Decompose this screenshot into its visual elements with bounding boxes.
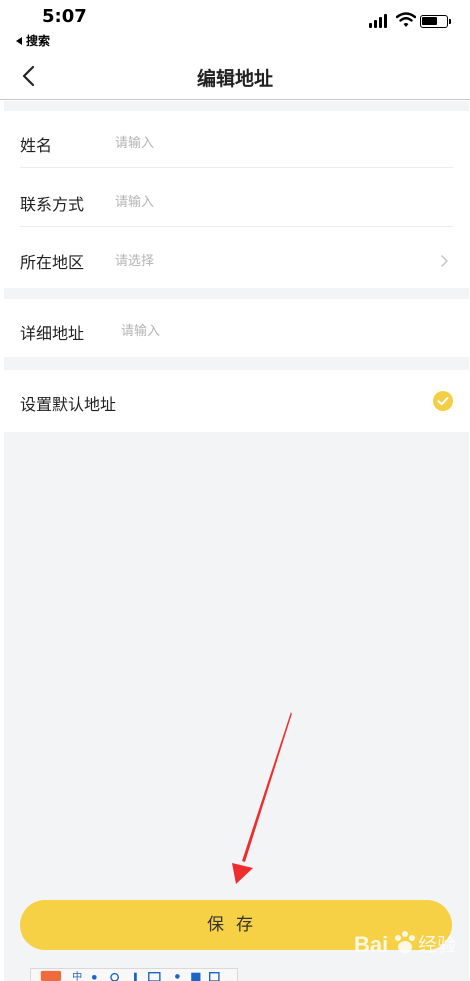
battery-icon <box>420 15 448 28</box>
status-time: 5:07 <box>42 6 87 27</box>
battery-tip <box>449 19 451 24</box>
chevron-right-icon[interactable] <box>440 254 449 268</box>
form-group-detail: 详细地址 请输入 <box>4 299 469 357</box>
wifi-icon <box>396 12 416 27</box>
page-title: 编辑地址 <box>196 68 273 90</box>
status-bar: 5:07 搜索 <box>0 0 470 52</box>
default-address-label: 设置默认地址 <box>20 395 117 414</box>
divider <box>20 167 453 168</box>
back-to-app-link[interactable]: 搜索 <box>16 32 50 49</box>
default-address-row[interactable]: 设置默认地址 <box>4 370 469 432</box>
svg-text:Bai: Bai <box>354 932 388 957</box>
save-button-label: 保存 <box>207 915 265 935</box>
name-label: 姓名 <box>20 136 53 155</box>
back-to-app-label: 搜索 <box>26 34 51 48</box>
check-circle-icon[interactable] <box>433 391 453 411</box>
contact-input[interactable]: 请输入 <box>115 191 154 210</box>
svg-text:中: 中 <box>72 970 82 981</box>
contact-label: 联系方式 <box>20 195 85 214</box>
navigation-bar: 编辑地址 <box>0 52 470 100</box>
cellular-signal-icon <box>369 14 391 28</box>
svg-text:经验: 经验 <box>418 934 456 956</box>
form-group-basic: 姓名 请输入 联系方式 请输入 所在地区 请选择 <box>4 111 469 288</box>
region-label: 所在地区 <box>20 253 85 272</box>
divider <box>20 226 453 227</box>
sogou-logo-icon <box>40 970 62 981</box>
page-content: 姓名 请输入 联系方式 请输入 所在地区 请选择 详细地址 请输入 设置默认地址 <box>4 101 469 981</box>
region-selector[interactable]: 请选择 <box>115 250 154 269</box>
detail-address-label: 详细地址 <box>20 324 85 343</box>
input-method-toolbar: 中 <box>30 968 238 981</box>
detail-address-input[interactable]: 请输入 <box>121 320 160 339</box>
baidu-watermark-logo: Bai 经验 <box>354 922 466 966</box>
back-triangle-icon <box>16 37 22 45</box>
name-input[interactable]: 请输入 <box>115 132 154 151</box>
